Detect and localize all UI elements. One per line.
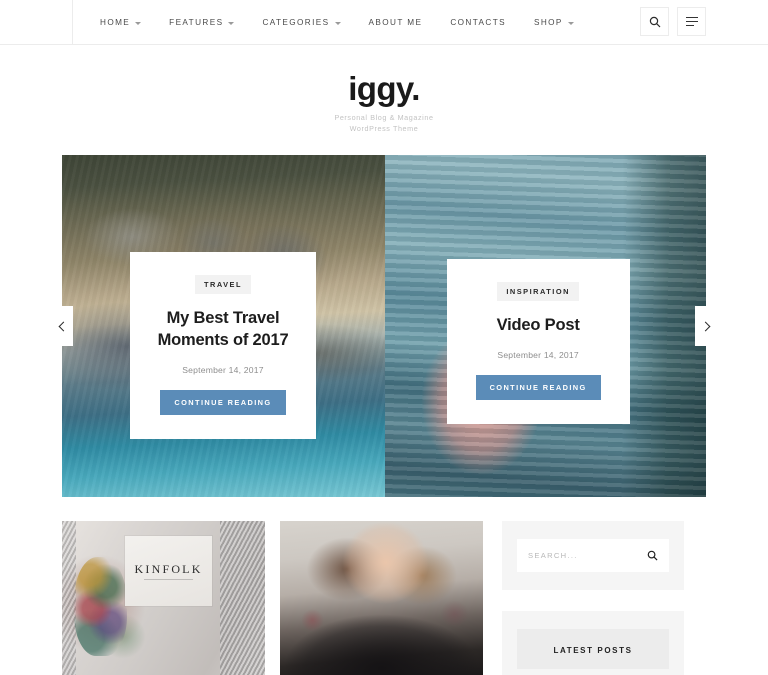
- post-thumbnail-kinfolk[interactable]: KINFOLK: [62, 521, 265, 675]
- menu-toggle-button[interactable]: [677, 7, 706, 36]
- nav-label: SHOP: [533, 17, 563, 27]
- slider-next-button[interactable]: [695, 306, 717, 347]
- sidebar: LATEST POSTS Looking For Inspirations: [502, 521, 684, 675]
- slider-prev-button[interactable]: [51, 306, 73, 347]
- post-image: [280, 521, 483, 675]
- post-thumbnail-woman[interactable]: [280, 521, 483, 675]
- page-root: HOME FEATURES CATEGORIES ABOUT ME CONTAC…: [0, 0, 768, 675]
- image-detail: [74, 556, 127, 656]
- magazine-title: KINFOLK: [134, 562, 203, 577]
- post-grid: KINFOLK: [62, 521, 484, 675]
- nav-label: CATEGORIES: [262, 17, 330, 27]
- slide-caption-card: INSPIRATION Video Post September 14, 201…: [446, 259, 630, 425]
- chevron-down-icon: [135, 21, 142, 25]
- nav-label: ABOUT ME: [368, 17, 423, 27]
- slider-track: TRAVEL My Best Travel Moments of 2017 Se…: [62, 155, 706, 498]
- chevron-right-icon: [700, 321, 710, 332]
- slide-date: September 14, 2017: [182, 364, 264, 375]
- search-input[interactable]: [528, 551, 647, 561]
- slide-title[interactable]: Video Post: [463, 315, 614, 337]
- latest-posts-widget: LATEST POSTS Looking For Inspirations: [502, 611, 684, 675]
- slide-title[interactable]: My Best Travel Moments of 2017: [146, 308, 300, 352]
- tagline-line-2: WordPress Theme: [349, 124, 419, 134]
- image-detail: [220, 521, 265, 675]
- chevron-left-icon: [58, 321, 68, 332]
- site-logo[interactable]: iggy.: [0, 72, 768, 105]
- content-area: KINFOLK SEARCH... LATEST POSTS: [62, 521, 706, 675]
- post-card[interactable]: KINFOLK: [62, 521, 265, 675]
- widget-title-bar: LATEST POSTS: [517, 629, 669, 670]
- search-icon: [649, 16, 660, 27]
- nav-item-home[interactable]: HOME: [86, 18, 155, 27]
- search-toggle-button[interactable]: [640, 7, 669, 36]
- magazine-subtitle-rule: [144, 579, 194, 581]
- site-header: HOME FEATURES CATEGORIES ABOUT ME CONTAC…: [0, 0, 768, 45]
- search-icon[interactable]: [647, 550, 658, 561]
- nav-label: HOME: [100, 17, 131, 27]
- nav-label: FEATURES: [169, 17, 224, 27]
- post-image: KINFOLK: [62, 521, 265, 675]
- site-tagline: Personal Blog & Magazine WordPress Theme: [0, 112, 768, 134]
- slide-video-post[interactable]: INSPIRATION Video Post September 14, 201…: [384, 155, 706, 498]
- category-badge[interactable]: TRAVEL: [194, 275, 251, 295]
- search-widget: [502, 521, 684, 591]
- header-tools: [640, 7, 706, 36]
- nav-item-about-me[interactable]: ABOUT ME: [355, 18, 437, 27]
- nav-item-categories[interactable]: CATEGORIES: [248, 18, 354, 27]
- site-branding: iggy. Personal Blog & Magazine WordPress…: [0, 45, 768, 134]
- continue-reading-button[interactable]: CONTINUE READING: [160, 389, 286, 415]
- nav-label: CONTACTS: [450, 17, 506, 27]
- main-navigation: HOME FEATURES CATEGORIES ABOUT ME CONTAC…: [86, 18, 588, 27]
- nav-item-features[interactable]: FEATURES: [155, 18, 248, 27]
- chevron-down-icon: [334, 21, 341, 25]
- tagline-line-1: Personal Blog & Magazine: [334, 113, 434, 122]
- continue-reading-button[interactable]: CONTINUE READING: [475, 375, 601, 401]
- search-box[interactable]: [517, 539, 669, 573]
- chevron-down-icon: [228, 21, 235, 25]
- chevron-down-icon: [567, 21, 574, 25]
- slide-travel[interactable]: TRAVEL My Best Travel Moments of 2017 Se…: [62, 155, 385, 498]
- slide-date: September 14, 2017: [497, 350, 579, 361]
- nav-item-shop[interactable]: SHOP: [520, 18, 588, 27]
- header-divider: [72, 0, 73, 44]
- widget-title: LATEST POSTS: [553, 646, 633, 656]
- magazine-cover: KINFOLK: [124, 535, 213, 607]
- category-badge[interactable]: INSPIRATION: [497, 282, 579, 302]
- featured-slider: TRAVEL My Best Travel Moments of 2017 Se…: [51, 155, 717, 498]
- slide-caption-card: TRAVEL My Best Travel Moments of 2017 Se…: [130, 252, 316, 439]
- post-card[interactable]: [280, 521, 483, 675]
- hamburger-menu-icon: [685, 16, 698, 27]
- nav-item-contacts[interactable]: CONTACTS: [436, 18, 520, 27]
